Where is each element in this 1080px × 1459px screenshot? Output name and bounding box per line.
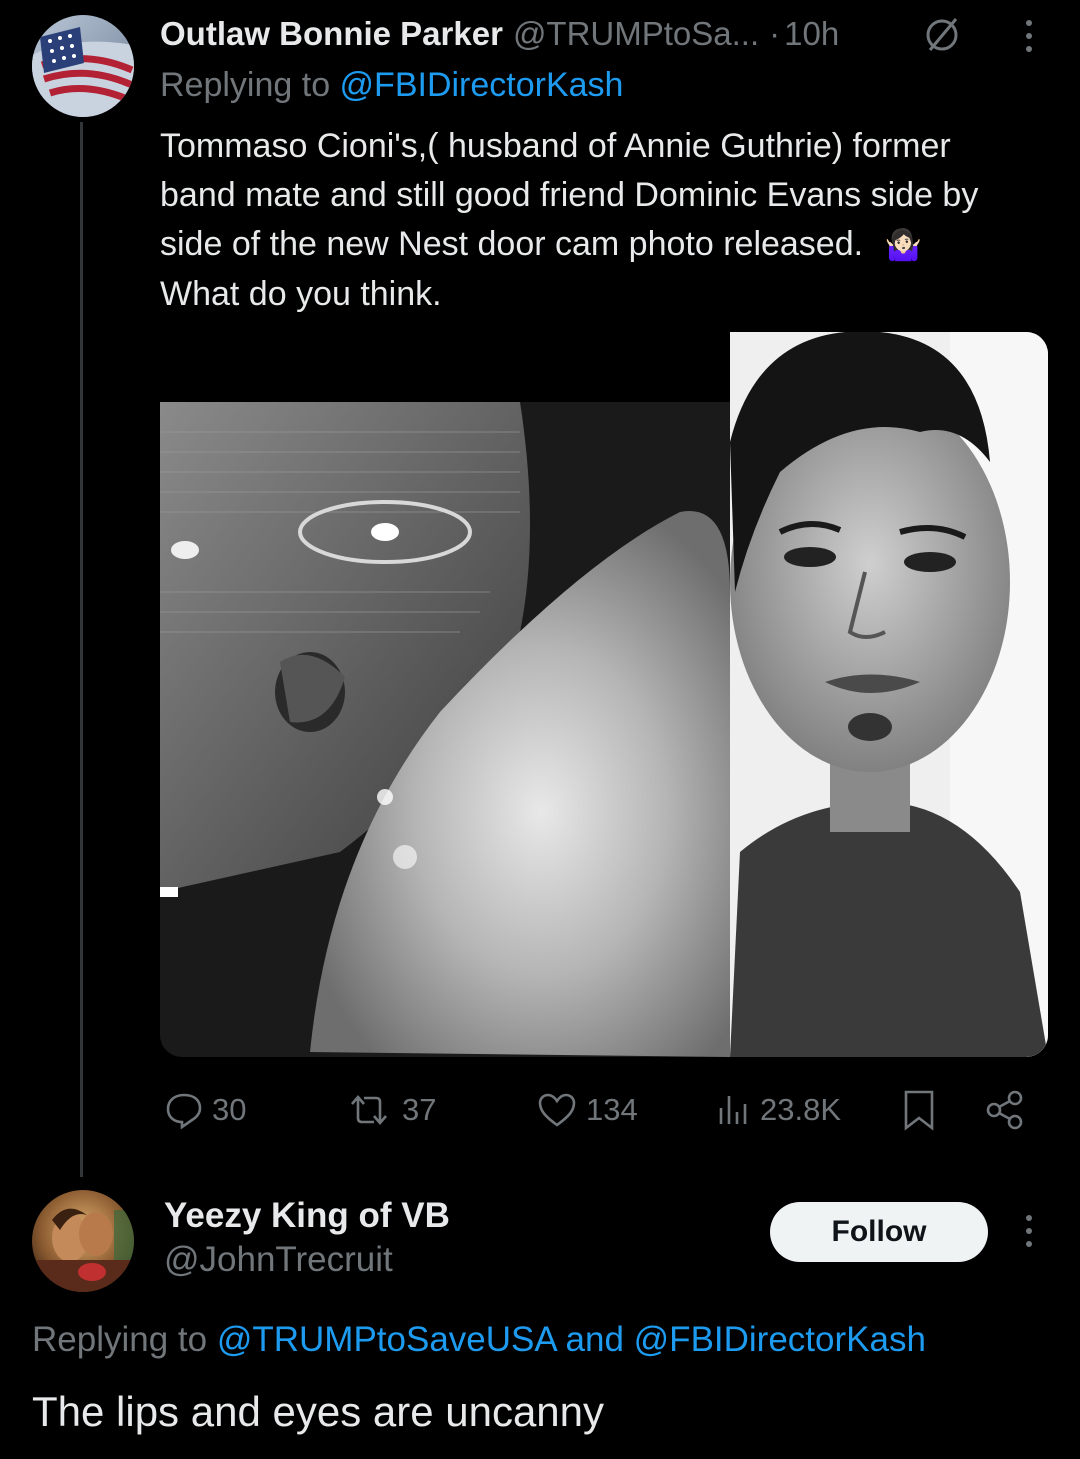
- views-button[interactable]: 23.8K: [716, 1090, 841, 1130]
- reply-author-name[interactable]: Yeezy King of VB: [164, 1196, 450, 1236]
- bookmark-icon: [904, 1090, 934, 1131]
- reply-replying-to: Replying to @TRUMPtoSaveUSA and @FBIDire…: [32, 1320, 926, 1360]
- reply-icon: [166, 1093, 202, 1130]
- reply-replying-prefix: Replying to: [32, 1320, 217, 1359]
- post-text-line: band mate and still good friend Dominic …: [160, 176, 979, 214]
- shrug-emoji: 🤷🏻‍♀️: [884, 229, 922, 262]
- reply-button[interactable]: 30: [164, 1090, 246, 1130]
- author-avatar[interactable]: [32, 15, 134, 117]
- more-icon[interactable]: [1024, 20, 1034, 54]
- bookmark-button[interactable]: [900, 1088, 938, 1132]
- post-text-line: Tommaso Cioni's,( husband of Annie Guthr…: [160, 127, 951, 165]
- reply-more-icon[interactable]: [1024, 1215, 1034, 1249]
- thread-line: [80, 122, 83, 1177]
- mute-icon: [922, 14, 962, 54]
- views-count: 23.8K: [760, 1092, 842, 1127]
- views-icon: [719, 1096, 747, 1124]
- flag-avatar-image: [32, 15, 134, 117]
- reply-text: The lips and eyes are uncanny: [32, 1388, 605, 1435]
- repost-button[interactable]: 37: [344, 1090, 436, 1130]
- repost-icon: [351, 1095, 387, 1125]
- reply-avatar[interactable]: [32, 1190, 134, 1292]
- replying-to: Replying to @FBIDirectorKash: [160, 66, 623, 105]
- post-media[interactable]: [160, 332, 1048, 1057]
- reply-replying-handle-2[interactable]: @FBIDirectorKash: [634, 1320, 926, 1359]
- like-button[interactable]: 134: [536, 1090, 638, 1130]
- post-text-segment: side of the new Nest door cam photo rele…: [160, 225, 864, 263]
- post-text-line: What do you think.: [160, 275, 442, 313]
- replying-prefix: Replying to: [160, 66, 340, 104]
- reply-replying-handle-1[interactable]: @TRUMPtoSaveUSA: [217, 1320, 556, 1359]
- follow-button[interactable]: Follow: [770, 1202, 988, 1262]
- like-icon: [538, 1093, 576, 1127]
- author-name[interactable]: Outlaw Bonnie Parker: [160, 15, 503, 53]
- time-separator: ·: [769, 15, 781, 52]
- post-time[interactable]: 10h: [784, 15, 839, 53]
- reply-author-handle[interactable]: @JohnTrecruit: [164, 1240, 393, 1280]
- author-handle[interactable]: @TRUMPtoSa...: [513, 15, 759, 53]
- post-header: Outlaw Bonnie Parker @TRUMPtoSa... · 10h: [160, 12, 839, 56]
- replying-handle-link[interactable]: @FBIDirectorKash: [340, 66, 624, 104]
- comparison-image: [160, 332, 1048, 1057]
- post-text: Tommaso Cioni's,( husband of Annie Guthr…: [160, 122, 978, 319]
- reply-count: 30: [212, 1092, 247, 1127]
- reply-replying-and: and: [555, 1320, 634, 1359]
- repost-count: 37: [402, 1092, 437, 1127]
- like-count: 134: [586, 1092, 638, 1127]
- share-button[interactable]: [984, 1088, 1026, 1132]
- share-icon: [986, 1090, 1023, 1130]
- reply-avatar-image: [32, 1190, 134, 1292]
- post-text-line: side of the new Nest door cam photo rele…: [160, 220, 978, 270]
